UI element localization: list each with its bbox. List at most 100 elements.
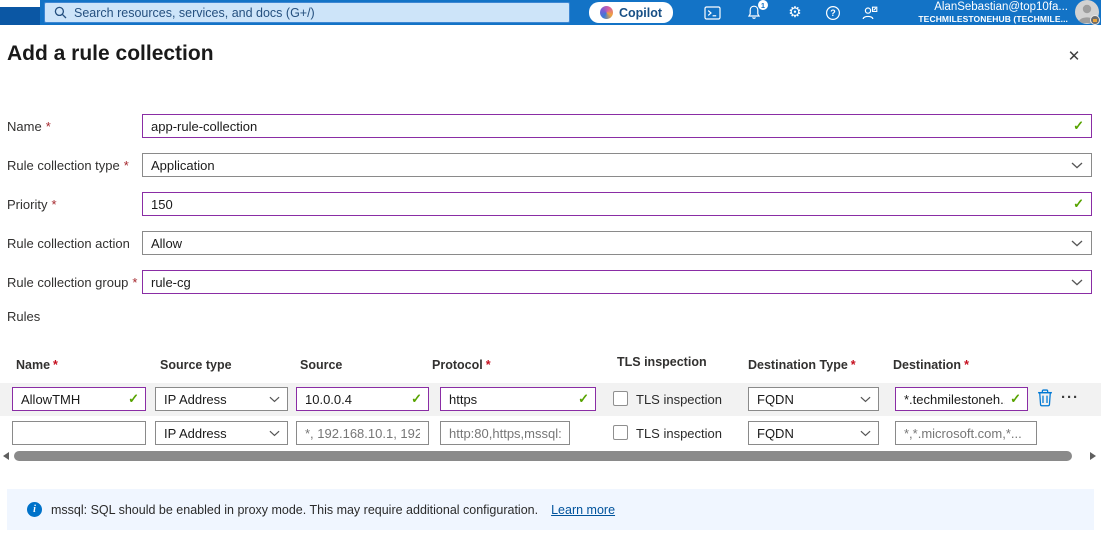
col-header-destination-type: Destination Type * [748,358,856,372]
rule-collection-type-select[interactable]: Application [142,153,1092,177]
required-marker: * [123,158,129,173]
rule1-name-input[interactable] [12,387,146,411]
feedback-icon [862,6,878,19]
valid-check-icon: ✓ [411,391,422,406]
copilot-button[interactable]: Copilot [589,2,673,23]
cloud-shell-button[interactable] [700,0,724,25]
rule2-tls-inspection-checkbox[interactable] [613,425,628,440]
rule-collection-type-field: Application [142,153,1092,177]
rule2-name-input[interactable] [12,421,146,445]
chevron-down-icon [860,430,871,437]
delete-rule-button[interactable] [1037,389,1053,407]
valid-check-icon: ✓ [128,391,139,406]
priority-field: ✓ [142,192,1092,216]
notification-count-badge: 1 [758,0,768,10]
required-marker: * [485,358,491,372]
col-header-destination: Destination * [893,358,969,372]
help-icon: ? [825,5,841,20]
chevron-down-icon [269,396,280,403]
required-marker: * [964,358,969,372]
rule1-source-type-cell: IP Address [155,387,288,411]
required-marker: * [51,197,57,212]
gear-icon: ⚙ [788,4,802,21]
learn-more-link[interactable]: Learn more [551,503,615,517]
avatar-lock-badge [1090,15,1100,25]
rules-section-label: Rules [7,309,41,324]
col-header-name: Name * [16,358,58,372]
rule2-source-input[interactable] [296,421,429,445]
rule-collection-action-field: Allow [142,231,1092,255]
rule-collection-action-label: Rule collection action [7,236,130,251]
rule2-name-cell [12,421,146,445]
col-header-protocol: Protocol * [432,358,491,372]
rule1-tls-inspection-checkbox[interactable] [613,391,628,406]
rule1-protocol-input[interactable] [440,387,596,411]
account-info[interactable]: AlanSebastian@top10fa... TECHMILESTONEHU… [918,1,1068,24]
settings-button[interactable]: ⚙ [783,0,807,25]
required-marker: * [45,119,51,134]
rule2-destination-type-cell: FQDN [748,421,879,445]
required-marker: * [53,358,58,372]
name-input[interactable] [142,114,1092,138]
info-banner: i mssql: SQL should be enabled in proxy … [7,489,1094,530]
rule-collection-group-select[interactable]: rule-cg [142,270,1092,294]
col-header-source: Source [300,358,343,372]
global-search-box[interactable]: Search resources, services, and docs (G+… [44,2,570,23]
name-field-label: Name * [7,119,51,134]
page-title: Add a rule collection [7,42,214,65]
copilot-icon [599,6,613,19]
rule2-source-type-cell: IP Address [155,421,288,445]
trash-icon [1038,389,1052,407]
rule-collection-group-field: rule-cg [142,270,1092,294]
rule1-protocol-cell: ✓ [440,387,596,411]
rule2-protocol-cell [440,421,570,445]
search-placeholder: Search resources, services, and docs (G+… [74,5,315,20]
rule1-destination-cell: ✓ [895,387,1028,411]
priority-label: Priority * [7,197,57,212]
rule2-destination-input[interactable] [895,421,1037,445]
horizontal-scrollbar-thumb[interactable] [14,451,1072,461]
portal-top-bar: Search resources, services, and docs (G+… [0,0,1101,25]
chevron-down-icon [1071,279,1083,286]
azure-portal-page: Search resources, services, and docs (G+… [0,0,1101,537]
close-icon[interactable]: ✕ [1063,45,1085,67]
rule-collection-type-label: Rule collection type * [7,158,129,173]
account-tenant: TECHMILESTONEHUB (TECHMILE... [918,13,1068,24]
rule2-tls-inspection-label: TLS inspection [636,426,722,441]
rule1-destination-input[interactable] [895,387,1028,411]
name-field: ✓ [142,114,1092,138]
rule1-source-cell: ✓ [296,387,429,411]
more-options-icon[interactable]: ··· [1061,389,1079,406]
notifications-button[interactable]: 1 [742,0,768,25]
svg-text:?: ? [830,8,836,18]
valid-check-icon: ✓ [1073,118,1084,133]
col-header-source-type: Source type [160,358,232,372]
rule1-destination-type-cell: FQDN [748,387,879,411]
valid-check-icon: ✓ [1010,391,1021,406]
info-icon: i [27,502,42,517]
valid-check-icon: ✓ [1073,196,1084,211]
banner-message: mssql: SQL should be enabled in proxy mo… [51,502,539,517]
search-icon [54,6,67,19]
chevron-down-icon [1071,162,1083,169]
window-corner [0,0,40,7]
required-marker: * [850,358,856,372]
chevron-down-icon [860,396,871,403]
rule-collection-action-select[interactable]: Allow [142,231,1092,255]
rule1-name-cell: ✓ [12,387,146,411]
feedback-button[interactable] [858,0,882,25]
rule1-source-input[interactable] [296,387,429,411]
col-header-tls-inspection: TLS inspection [617,355,707,369]
account-email: AlanSebastian@top10fa... [934,1,1068,13]
scroll-right-arrow[interactable] [1090,452,1096,460]
scroll-left-arrow[interactable] [3,452,9,460]
rule2-protocol-input[interactable] [440,421,570,445]
rule2-destination-cell [895,421,1037,445]
cloud-shell-icon [703,5,721,20]
help-button[interactable]: ? [821,0,845,25]
rule2-source-cell [296,421,429,445]
rule1-tls-inspection-label: TLS inspection [636,392,722,407]
required-marker: * [132,275,138,290]
priority-input[interactable] [142,192,1092,216]
chevron-down-icon [1071,240,1083,247]
